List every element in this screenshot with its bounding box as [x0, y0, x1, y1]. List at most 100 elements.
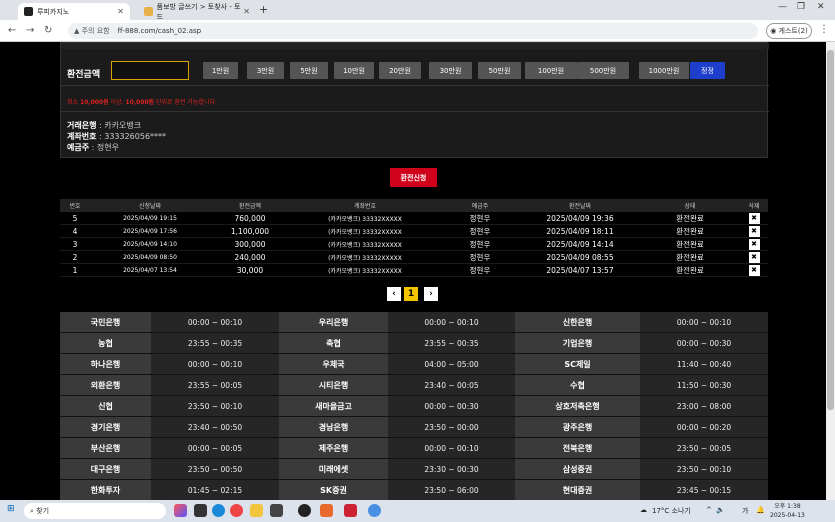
col-exchange-date: 환전날짜 — [568, 203, 592, 210]
back-icon[interactable]: ← — [8, 25, 16, 36]
address-bar-row: ← → ↻ ▲ 주의 요함 ff-888.com/cash_02.asp ◉ 게… — [0, 20, 835, 42]
bank-maintenance-time: 00:00 ~ 00:10 — [151, 312, 279, 332]
weather-icon[interactable]: ☁ — [640, 506, 647, 514]
delete-icon[interactable]: ✖ — [748, 212, 760, 224]
apply-exchange-button[interactable]: 환전신청 — [390, 168, 437, 187]
amount-add-button[interactable]: 50만원 — [478, 62, 521, 79]
guest-profile-button[interactable]: ◉ 게스트(2) — [766, 23, 812, 39]
notice-prefix: 최소 — [67, 99, 80, 106]
bank-name: 기업은행 — [515, 333, 640, 353]
guest-label: 게스트(2) — [778, 27, 808, 35]
speaker-icon[interactable]: 🔈 — [716, 506, 725, 514]
close-icon[interactable]: ✕ — [243, 7, 250, 16]
bank-maintenance-time: 01:45 ~ 02:15 — [151, 480, 279, 500]
bank-maintenance-time: 00:00 ~ 00:10 — [151, 354, 279, 374]
cell-account: (카카오뱅크) 33332XXXXX — [328, 241, 402, 249]
bank-maintenance-time: 11:40 ~ 00:40 — [640, 354, 768, 374]
bank-name: 한화투자 — [60, 480, 151, 500]
bank-maintenance-time: 11:50 ~ 00:30 — [640, 375, 768, 395]
delete-icon[interactable]: ✖ — [748, 251, 760, 263]
bank-maintenance-time: 23:50 ~ 00:10 — [151, 396, 279, 416]
copilot-icon[interactable] — [174, 504, 187, 517]
taskbar: ⊞ ⌕ 찾기 ☁ 17°C 소나기 ^ 🔈 가 🔔 오후 1:38 2025-0… — [0, 500, 835, 522]
system-clock[interactable]: 오후 1:38 2025-04-13 — [770, 502, 805, 520]
search-label: 찾기 — [36, 507, 50, 515]
tab-rupi-casino[interactable]: 루피카지노 ✕ — [18, 3, 130, 20]
amount-add-button[interactable]: 500만원 — [577, 62, 629, 79]
delete-icon[interactable]: ✖ — [748, 225, 760, 237]
cell-no: 1 — [72, 265, 78, 275]
app-icon[interactable] — [344, 504, 357, 517]
amount-add-button[interactable]: 20만원 — [379, 62, 421, 79]
amount-add-button[interactable]: 3만원 — [247, 62, 284, 79]
amount-add-button[interactable]: 1000만원 — [639, 62, 689, 79]
bank-name: 부산은행 — [60, 438, 151, 458]
page-number-current[interactable]: 1 — [404, 287, 418, 301]
cell-delete: ✖ — [740, 238, 768, 250]
cell-amount: 30,000 — [236, 265, 264, 275]
store-icon[interactable] — [270, 504, 283, 517]
app-icon[interactable] — [320, 504, 333, 517]
cell-done: 2025/04/09 19:36 — [546, 213, 614, 223]
bank-row: 대구은행 23:50 ~ 00:50 미래에셋 23:30 ~ 00:30 삼성증권 23… — [60, 459, 768, 480]
site-favicon — [144, 7, 153, 16]
cell-amount: 1,100,000 — [230, 226, 270, 236]
reset-amount-button[interactable]: 정정 — [690, 62, 725, 79]
chrome-active-icon[interactable] — [368, 504, 381, 517]
amount-add-button[interactable]: 1만원 — [203, 62, 238, 79]
amount-add-button[interactable]: 100만원 — [525, 62, 577, 79]
file-explorer-icon[interactable] — [250, 504, 263, 517]
url-input[interactable]: ▲ 주의 요함 ff-888.com/cash_02.asp — [68, 23, 758, 39]
cell-delete: ✖ — [740, 212, 768, 224]
scrollbar-thumb[interactable] — [827, 50, 834, 410]
cell-holder: 정현우 — [469, 252, 491, 262]
windows-start-icon[interactable]: ⊞ — [7, 504, 15, 514]
edge-icon[interactable] — [212, 504, 225, 517]
amount-add-button[interactable]: 10만원 — [334, 62, 374, 79]
next-page-icon[interactable]: › — [424, 287, 438, 301]
cell-holder: 정현우 — [469, 213, 491, 223]
browser-tab-bar: 루피카지노 ✕ 품보방 글쓰기 > 토찾사 - 토드 ✕ + — ❐ ✕ — [0, 0, 835, 21]
new-tab-icon[interactable]: + — [259, 3, 268, 16]
minimize-icon[interactable]: — — [778, 2, 787, 12]
taskbar-search-input[interactable]: ⌕ 찾기 — [24, 503, 166, 519]
divider — [61, 111, 769, 112]
bank-name: 신한은행 — [515, 312, 640, 332]
cell-done: 2025/04/09 18:11 — [546, 226, 614, 236]
tray-chevron-icon[interactable]: ^ — [706, 506, 712, 514]
prev-page-icon[interactable]: ‹ — [387, 287, 401, 301]
security-warning[interactable]: ▲ 주의 요함 — [74, 26, 110, 36]
amount-add-button[interactable]: 30만원 — [429, 62, 472, 79]
bank-maintenance-time: 23:50 ~ 06:00 — [388, 480, 515, 500]
bank-name: 신협 — [60, 396, 151, 416]
delete-icon[interactable]: ✖ — [748, 264, 760, 276]
task-view-icon[interactable] — [194, 504, 207, 517]
cell-req: 2025/04/09 19:15 — [123, 214, 177, 222]
close-icon[interactable]: ✕ — [117, 7, 124, 16]
divider — [61, 85, 769, 86]
amount-add-button[interactable]: 5만원 — [290, 62, 328, 79]
close-window-icon[interactable]: ✕ — [817, 2, 825, 12]
ime-indicator[interactable]: 가 — [742, 506, 748, 516]
holder-value: 정현우 — [96, 143, 119, 152]
app-icon[interactable] — [298, 504, 311, 517]
cell-req: 2025/04/09 14:10 — [123, 240, 177, 248]
tab-community-post[interactable]: 품보방 글쓰기 > 토찾사 - 토드 ✕ — [138, 3, 256, 21]
page-scrollbar[interactable] — [826, 42, 835, 500]
menu-icon[interactable]: ⋮ — [819, 24, 829, 35]
col-delete: 삭제 — [748, 203, 760, 210]
forward-icon[interactable]: → — [26, 25, 34, 36]
bank-name: 현대증권 — [515, 480, 640, 500]
cell-amount: 240,000 — [234, 252, 266, 262]
bank-maintenance-time: 23:00 ~ 08:00 — [640, 396, 768, 416]
cell-done: 2025/04/09 14:14 — [546, 239, 614, 249]
cell-status: 환전완료 — [676, 213, 704, 223]
reload-icon[interactable]: ↻ — [44, 25, 52, 36]
delete-icon[interactable]: ✖ — [748, 238, 760, 250]
notification-icon[interactable]: 🔔 — [756, 506, 765, 514]
amount-input[interactable] — [111, 61, 189, 80]
chrome-icon[interactable] — [230, 504, 243, 517]
bank-name: 전북은행 — [515, 438, 640, 458]
maximize-icon[interactable]: ❐ — [797, 2, 805, 12]
cell-status: 환전완료 — [676, 226, 704, 236]
